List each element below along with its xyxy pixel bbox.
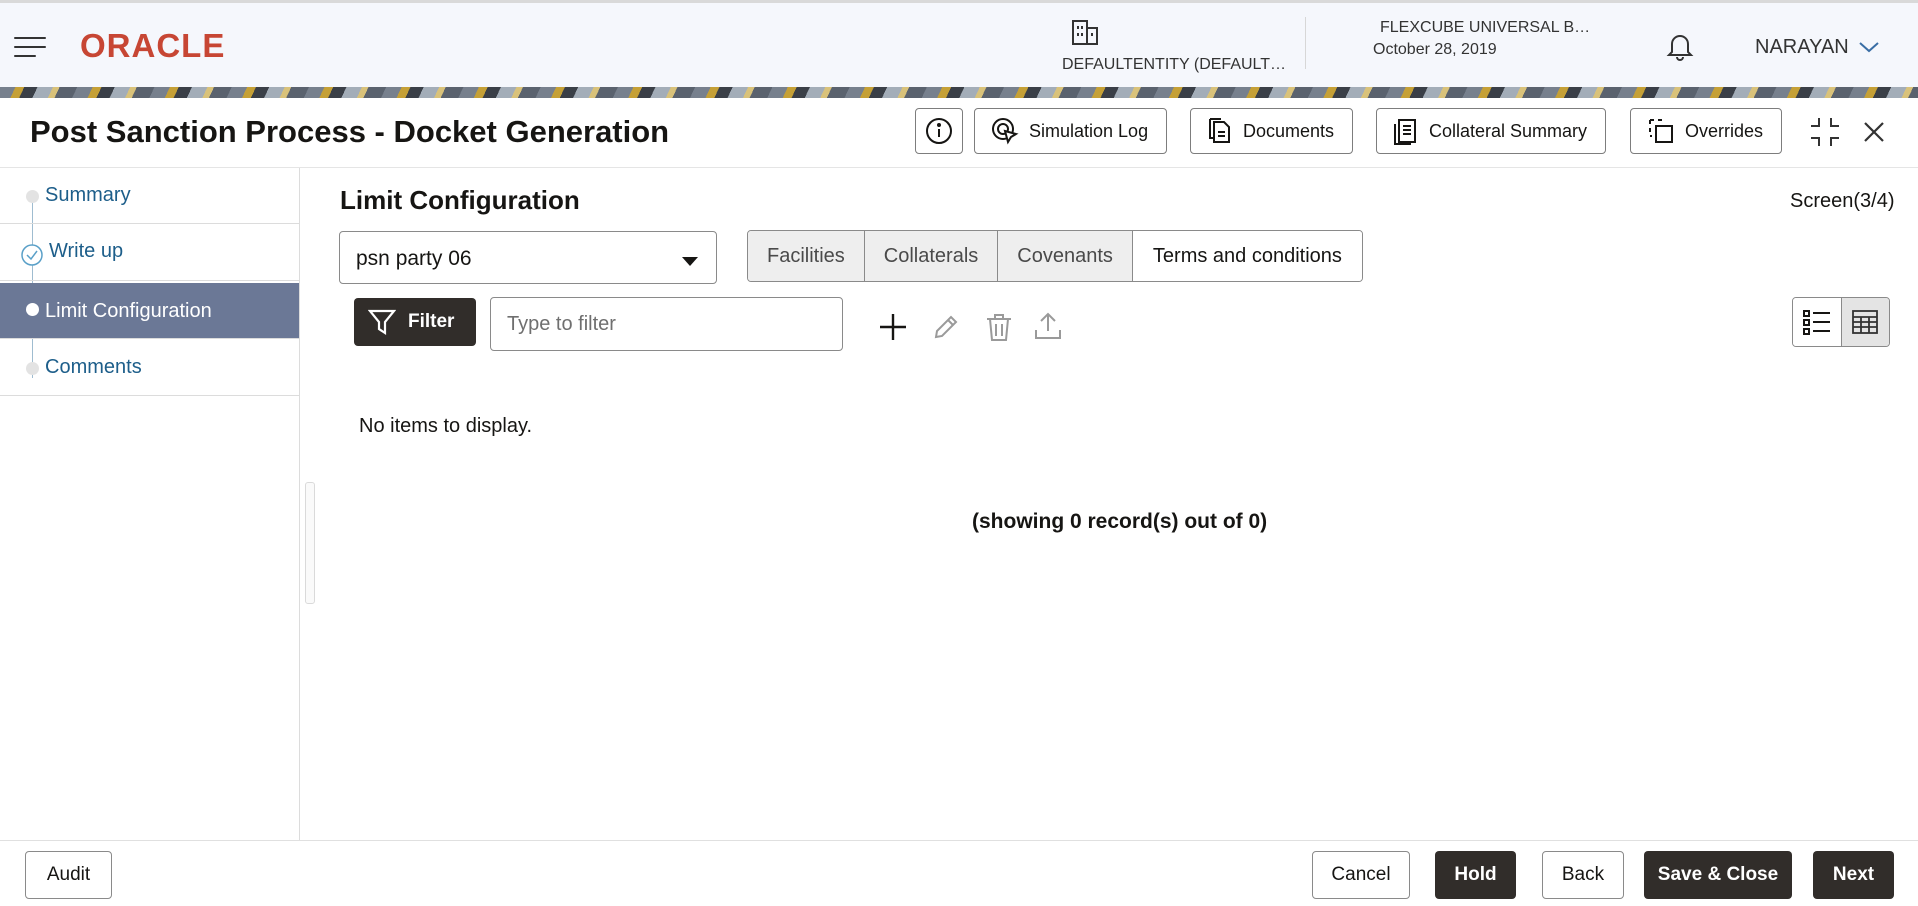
tab-terms-and-conditions[interactable]: Terms and conditions [1132, 231, 1362, 281]
branch-name[interactable]: FLEXCUBE UNIVERSAL B… [1380, 19, 1590, 37]
audit-button[interactable]: Audit [25, 851, 112, 899]
sidebar-item-label: Write up [49, 240, 124, 262]
tab-collaterals[interactable]: Collaterals [864, 231, 999, 281]
branch-date: October 28, 2019 [1373, 41, 1497, 58]
overrides-icon [1649, 119, 1673, 143]
user-menu[interactable]: NARAYAN [1755, 36, 1849, 59]
sidebar-item-label: Summary [45, 184, 131, 206]
overrides-label: Overrides [1685, 120, 1764, 141]
header-divider [1305, 17, 1306, 69]
documents-button[interactable]: Documents [1190, 108, 1354, 154]
building-icon[interactable] [1070, 17, 1100, 52]
page-title: Post Sanction Process - Docket Generatio… [30, 114, 670, 149]
next-button[interactable]: Next [1813, 851, 1894, 899]
sidebar-item-limit-configuration[interactable]: Limit Configuration [0, 283, 299, 339]
cancel-button[interactable]: Cancel [1312, 851, 1410, 899]
decorative-banner [0, 87, 1918, 98]
sidebar-item-summary[interactable]: Summary [0, 168, 299, 224]
oracle-logo: ORACLE [80, 27, 226, 64]
step-pending-icon [26, 362, 39, 375]
documents-label: Documents [1243, 120, 1335, 141]
upload-icon[interactable] [1033, 311, 1063, 346]
overrides-button[interactable]: Overrides [1630, 108, 1783, 154]
app-header: ORACLE DEFAULTENTITY (DEFAULT… FLEXCUBE … [0, 0, 1918, 87]
chevron-down-icon[interactable] [1858, 40, 1880, 59]
page-header: Post Sanction Process - Docket Generatio… [0, 98, 1918, 168]
sidebar-item-label: Limit Configuration [45, 300, 212, 322]
hamburger-menu-icon[interactable] [14, 37, 46, 57]
tab-covenants[interactable]: Covenants [998, 231, 1133, 281]
delete-icon[interactable] [985, 312, 1013, 347]
entity-name[interactable]: DEFAULTENTITY (DEFAULT… [1062, 56, 1286, 74]
caret-down-icon [682, 254, 698, 272]
simulation-log-label: Simulation Log [1029, 120, 1149, 141]
party-select-value: psn party 06 [356, 247, 472, 270]
sidebar-item-label: Comments [45, 356, 142, 378]
info-icon [926, 118, 952, 144]
step-current-icon [26, 303, 39, 316]
step-completed-icon [20, 243, 44, 272]
bell-icon[interactable] [1666, 31, 1694, 66]
filter-label: Filter [408, 311, 455, 332]
view-toggle [1792, 297, 1890, 347]
screen-indicator: Screen(3/4) [1790, 190, 1895, 212]
footer-bar: Audit Cancel Hold Back Save & Close Next [0, 840, 1918, 906]
tab-facilities[interactable]: Facilities [748, 231, 865, 281]
minimize-icon[interactable] [1809, 116, 1841, 153]
filter-icon [368, 309, 396, 336]
save-close-button[interactable]: Save & Close [1644, 851, 1792, 899]
info-button[interactable] [915, 108, 963, 154]
section-title: Limit Configuration [340, 185, 580, 215]
close-icon[interactable] [1862, 120, 1886, 149]
record-count: (showing 0 record(s) out of 0) [972, 510, 1268, 533]
section-tabs: Facilities Collaterals Covenants Terms a… [747, 230, 1363, 282]
simulation-log-button[interactable]: Simulation Log [974, 108, 1168, 154]
list-view-icon[interactable] [1793, 298, 1842, 346]
empty-state-message: No items to display. [359, 415, 533, 437]
collateral-summary-label: Collateral Summary [1429, 120, 1588, 141]
collateral-summary-icon [1394, 119, 1416, 145]
step-pending-icon [26, 190, 39, 203]
train-stop-nav: Summary Write up Limit Configuration Com… [0, 168, 300, 840]
edit-icon[interactable] [932, 313, 960, 346]
filter-input[interactable] [490, 297, 843, 351]
documents-icon [1209, 118, 1230, 143]
party-select[interactable]: psn party 06 [339, 231, 717, 284]
table-view-icon[interactable] [1841, 298, 1889, 346]
simulation-icon [992, 118, 1019, 145]
add-icon[interactable] [878, 312, 908, 347]
sidebar-item-write-up[interactable]: Write up [0, 225, 299, 281]
sidebar-item-comments[interactable]: Comments [0, 340, 299, 396]
panel-resize-handle[interactable] [305, 482, 315, 604]
hold-button[interactable]: Hold [1435, 851, 1516, 899]
filter-button[interactable]: Filter [354, 298, 476, 346]
back-button[interactable]: Back [1542, 851, 1624, 899]
collateral-summary-button[interactable]: Collateral Summary [1376, 108, 1607, 154]
